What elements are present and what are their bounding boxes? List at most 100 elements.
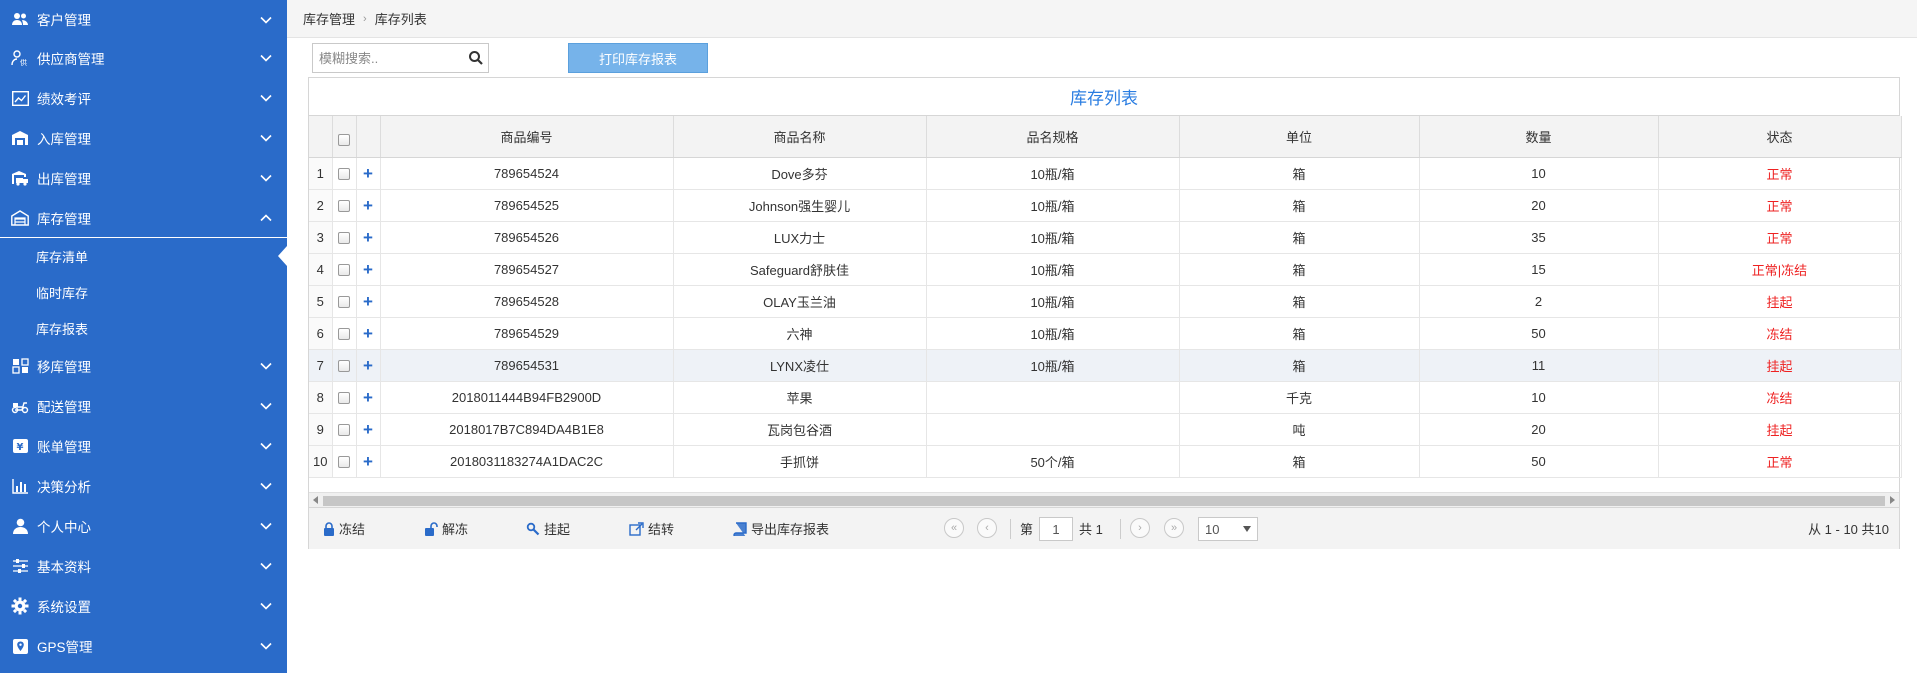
expand-plus-icon[interactable]: +: [363, 292, 373, 311]
cell-code: 789654526: [380, 221, 674, 254]
row-number: 8: [309, 381, 333, 414]
menu-billing[interactable]: ¥ 账单管理: [0, 426, 287, 466]
supplier-icon: 供: [10, 48, 30, 68]
expand-cell: +: [356, 445, 381, 478]
submenu-inventory-report[interactable]: 库存报表: [0, 310, 287, 346]
unfreeze-button[interactable]: 解冻: [424, 519, 468, 538]
row-checkbox[interactable]: [338, 232, 350, 245]
expand-plus-icon[interactable]: +: [363, 260, 373, 279]
cell-unit: 吨: [1179, 413, 1420, 446]
expand-plus-icon[interactable]: +: [363, 164, 373, 183]
row-checkbox[interactable]: [338, 200, 350, 213]
horizontal-scrollbar[interactable]: [309, 492, 1899, 507]
table-row[interactable]: 2 + 789654525 Johnson强生婴儿 10瓶/箱 箱 20 正常: [309, 189, 1902, 222]
scroll-right-arrow-icon[interactable]: [1890, 496, 1895, 504]
submenu-inventory-list[interactable]: 库存清单: [0, 238, 287, 274]
page-size-select[interactable]: 10: [1198, 517, 1258, 541]
column-header[interactable]: 状态: [1658, 116, 1902, 158]
expand-plus-icon[interactable]: +: [363, 452, 373, 471]
row-checkbox[interactable]: [338, 328, 350, 341]
menu-performance[interactable]: 绩效考评: [0, 78, 287, 118]
prev-page-icon[interactable]: ‹: [977, 518, 997, 538]
expand-plus-icon[interactable]: +: [363, 420, 373, 439]
expand-plus-icon[interactable]: +: [363, 228, 373, 247]
table-row[interactable]: 5 + 789654528 OLAY玉兰油 10瓶/箱 箱 2 挂起: [309, 285, 1902, 318]
row-checkbox[interactable]: [338, 296, 350, 309]
page-summary: 从 1 - 10 共10: [1808, 522, 1889, 537]
select-all-header: [332, 116, 357, 158]
cell-spec: 50个/箱: [926, 445, 1180, 478]
export-report-label: 导出库存报表: [751, 522, 830, 537]
column-header[interactable]: 单位: [1179, 116, 1420, 158]
row-checkbox[interactable]: [338, 264, 350, 277]
expand-header: [356, 116, 381, 158]
carry-over-button[interactable]: 结转: [629, 519, 674, 538]
select-all-checkbox[interactable]: [338, 134, 350, 147]
row-checkbox[interactable]: [338, 168, 350, 181]
sliders-icon: [10, 556, 30, 576]
row-checkbox[interactable]: [338, 392, 350, 405]
menu-label: 决策分析: [37, 480, 91, 495]
cell-code: 789654529: [380, 317, 674, 350]
print-report-button[interactable]: 打印库存报表: [568, 43, 708, 73]
cell-code: 789654525: [380, 189, 674, 222]
menu-delivery[interactable]: 配送管理: [0, 386, 287, 426]
menu-transfer[interactable]: 移库管理: [0, 346, 287, 386]
freeze-button[interactable]: 冻结: [323, 519, 365, 538]
breadcrumb-parent[interactable]: 库存管理: [303, 9, 355, 28]
sidebar: 客户管理 供 供应商管理 绩效考评 入库管理 出库管理 库存管理 库存清单 临时…: [0, 0, 287, 673]
chevron-down-icon: [260, 54, 272, 62]
suspend-button[interactable]: 挂起: [526, 519, 570, 538]
menu-inbound[interactable]: 入库管理: [0, 118, 287, 158]
menu-analysis[interactable]: 决策分析: [0, 466, 287, 506]
row-checkbox[interactable]: [338, 424, 350, 437]
table-row[interactable]: 4 + 789654527 Safeguard舒肤佳 10瓶/箱 箱 15 正常…: [309, 253, 1902, 286]
table-row[interactable]: 9 + 2018017B7C894DA4B1E8 瓦岗包谷酒 吨 20 挂起: [309, 413, 1902, 446]
first-page-icon[interactable]: «: [944, 518, 964, 538]
column-header[interactable]: 商品编号: [380, 116, 674, 158]
scroll-left-arrow-icon[interactable]: [313, 496, 318, 504]
row-checkbox[interactable]: [338, 360, 350, 373]
menu-inventory[interactable]: 库存管理: [0, 198, 287, 238]
cell-code: 789654527: [380, 253, 674, 286]
column-header[interactable]: 商品名称: [673, 116, 927, 158]
page-number-input[interactable]: [1039, 517, 1073, 541]
expand-plus-icon[interactable]: +: [363, 356, 373, 375]
cell-qty: 50: [1419, 445, 1659, 478]
expand-plus-icon[interactable]: +: [363, 324, 373, 343]
cell-qty: 20: [1419, 189, 1659, 222]
scroll-thumb[interactable]: [323, 496, 1885, 506]
next-page-icon[interactable]: ›: [1130, 518, 1150, 538]
export-report-button[interactable]: 导出库存报表: [733, 519, 829, 538]
row-checkbox[interactable]: [338, 456, 350, 469]
column-header[interactable]: 品名规格: [926, 116, 1180, 158]
cell-qty: 10: [1419, 157, 1659, 190]
menu-label: 出库管理: [37, 172, 91, 187]
table-row[interactable]: 10 + 2018031183274A1DAC2C 手抓饼 50个/箱 箱 50…: [309, 445, 1902, 478]
cell-unit: 箱: [1179, 221, 1420, 254]
table-row[interactable]: 3 + 789654526 LUX力士 10瓶/箱 箱 35 正常: [309, 221, 1902, 254]
table-row[interactable]: 1 + 789654524 Dove多芬 10瓶/箱 箱 10 正常: [309, 157, 1902, 190]
table-row[interactable]: 6 + 789654529 六神 10瓶/箱 箱 50 冻结: [309, 317, 1902, 350]
expand-plus-icon[interactable]: +: [363, 196, 373, 215]
rownum-header: [309, 116, 333, 158]
menu-gps[interactable]: GPS管理: [0, 626, 287, 666]
menu-personal[interactable]: 个人中心: [0, 506, 287, 546]
cell-qty: 50: [1419, 317, 1659, 350]
submenu-temp-inventory[interactable]: 临时库存: [0, 274, 287, 310]
cell-name: Dove多芬: [673, 157, 927, 190]
row-checkbox-cell: [332, 317, 357, 350]
menu-basic-data[interactable]: 基本资料: [0, 546, 287, 586]
menu-customer[interactable]: 客户管理: [0, 0, 287, 38]
column-header[interactable]: 数量: [1419, 116, 1659, 158]
menu-outbound[interactable]: 出库管理: [0, 158, 287, 198]
cell-spec: 10瓶/箱: [926, 317, 1180, 350]
last-page-icon[interactable]: »: [1164, 518, 1184, 538]
menu-supplier[interactable]: 供 供应商管理: [0, 38, 287, 78]
search-icon[interactable]: [468, 50, 484, 66]
table-row[interactable]: 7 + 789654531 LYNX凌仕 10瓶/箱 箱 11 挂起: [309, 349, 1902, 382]
expand-plus-icon[interactable]: +: [363, 388, 373, 407]
menu-system-settings[interactable]: 系统设置: [0, 586, 287, 626]
search-input[interactable]: [313, 44, 463, 72]
table-row[interactable]: 8 + 2018011444B94FB2900D 苹果 千克 10 冻结: [309, 381, 1902, 414]
